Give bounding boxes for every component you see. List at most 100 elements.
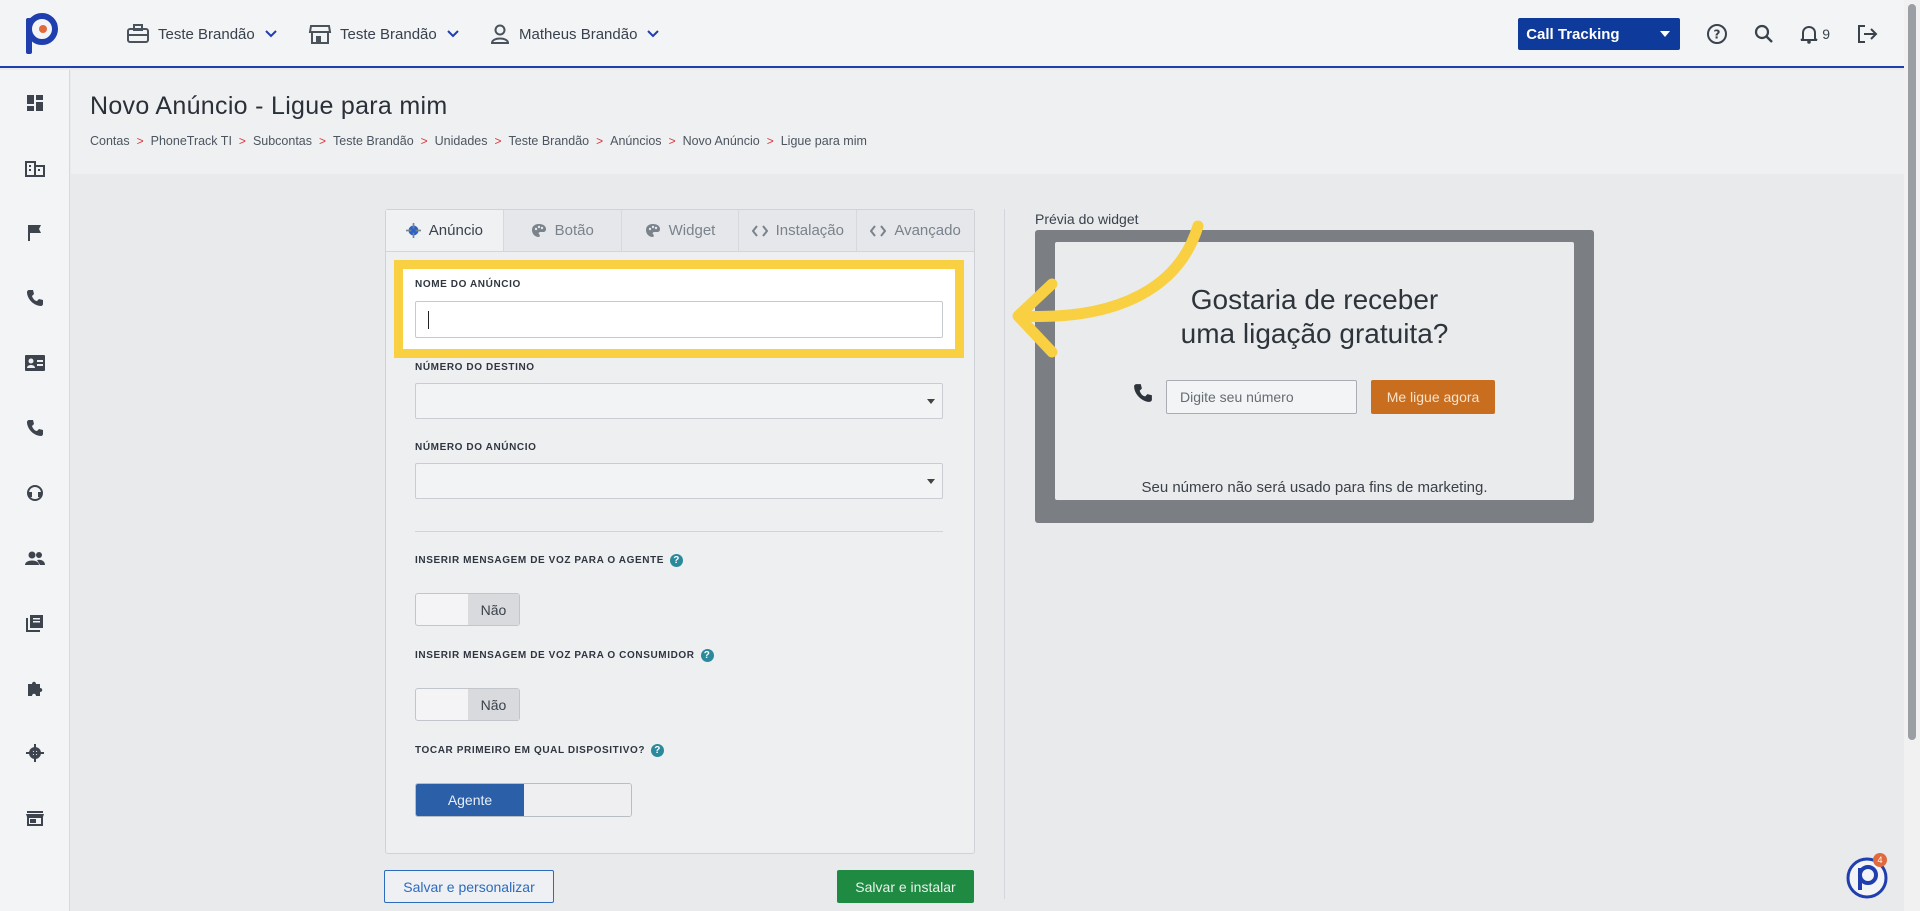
ad-name-label: NOME DO ANÚNCIO — [415, 279, 521, 290]
account-label: Teste Brandão — [158, 25, 255, 43]
sidebar-item-dashboard[interactable] — [24, 92, 46, 114]
sidebar-item-integrations[interactable] — [24, 677, 46, 699]
voice-agent-label-text: INSERIR MENSAGEM DE VOZ PARA O AGENTE — [415, 555, 665, 567]
gear-icon — [405, 223, 421, 238]
tab-anuncio[interactable]: Anúncio — [386, 210, 504, 251]
sidebar-item-calls[interactable] — [24, 287, 46, 309]
notifications-button[interactable]: 9 — [1800, 24, 1830, 44]
ad-name-input[interactable] — [415, 301, 943, 338]
save-customize-button[interactable]: Salvar e personalizar — [384, 870, 554, 903]
breadcrumb-separator: > — [766, 134, 774, 148]
help-icon[interactable]: ? — [670, 554, 684, 567]
breadcrumb-separator: > — [668, 134, 676, 148]
sidebar-item-companies[interactable] — [24, 157, 46, 179]
sidebar-item-contacts[interactable] — [24, 352, 46, 374]
users-icon — [25, 551, 45, 565]
flag-icon — [28, 225, 41, 241]
top-header: Teste Brandão Teste Brandão Matheus Bran… — [0, 0, 1904, 68]
voice-consumer-toggle[interactable]: Não — [415, 688, 520, 721]
breadcrumb-separator: > — [596, 134, 604, 148]
destination-number-label: NÚMERO DO DESTINO — [415, 362, 535, 373]
tab-label: Instalação — [775, 222, 844, 239]
caret-down-icon — [927, 399, 935, 404]
section-divider — [415, 531, 943, 532]
sidebar-item-phone-numbers[interactable] — [24, 417, 46, 439]
breadcrumb-item[interactable]: PhoneTrack TI — [151, 134, 232, 148]
tab-botao[interactable]: Botão — [503, 210, 622, 251]
voice-consumer-label-text: INSERIR MENSAGEM DE VOZ PARA O CONSUMIDO… — [415, 650, 695, 662]
breadcrumb-item[interactable]: Anúncios — [610, 134, 661, 148]
segment-other[interactable] — [524, 784, 631, 816]
logout-icon[interactable] — [1856, 23, 1878, 45]
help-icon[interactable]: ? — [1706, 23, 1728, 45]
text-cursor — [428, 311, 429, 329]
ad-number-label: NÚMERO DO ANÚNCIO — [415, 442, 537, 453]
help-icon[interactable]: ? — [651, 744, 665, 757]
store-icon — [308, 25, 332, 44]
user-name: Matheus Brandão — [519, 25, 638, 43]
breadcrumb-separator: > — [319, 134, 327, 148]
product-select[interactable]: Call Tracking — [1518, 18, 1681, 50]
sidebar-item-reports[interactable] — [24, 612, 46, 634]
segment-agente[interactable]: Agente — [416, 784, 524, 816]
tab-label: Widget — [668, 222, 716, 239]
store-label: Teste Brandão — [340, 25, 437, 43]
chevron-down-icon — [447, 30, 459, 38]
user-menu[interactable]: Matheus Brandão — [489, 20, 660, 48]
tutorial-arrow-icon — [1012, 220, 1204, 358]
sidebar-item-support[interactable] — [24, 482, 46, 504]
voice-consumer-label: INSERIR MENSAGEM DE VOZ PARA O CONSUMIDO… — [415, 649, 714, 662]
scrollbar-thumb[interactable] — [1908, 4, 1916, 740]
breadcrumb-item[interactable]: Unidades — [435, 134, 488, 148]
breadcrumb-item[interactable]: Teste Brandão — [333, 134, 414, 148]
tab-avancado[interactable]: Avançado — [857, 210, 974, 251]
breadcrumb-item[interactable]: Contas — [90, 134, 130, 148]
svg-text:?: ? — [1714, 28, 1721, 42]
first-ring-label: TOCAR PRIMEIRO EM QUAL DISPOSITIVO?? — [415, 744, 665, 757]
widget-phone-input[interactable]: Digite seu número — [1166, 380, 1357, 414]
account-switcher[interactable]: Teste Brandão — [126, 20, 277, 48]
sidebar-item-store[interactable] — [24, 807, 46, 829]
building-icon — [25, 161, 45, 177]
help-icon[interactable]: ? — [700, 649, 714, 662]
book-icon — [26, 615, 43, 632]
voice-agent-toggle[interactable]: Não — [415, 593, 520, 626]
code-icon — [751, 224, 768, 237]
search-icon[interactable] — [1754, 24, 1774, 44]
tab-label: Botão — [554, 222, 594, 239]
tab-widget[interactable]: Widget — [621, 210, 740, 251]
tab-instalacao[interactable]: Instalação — [739, 210, 858, 251]
dashboard-icon — [27, 95, 43, 111]
palette-icon — [645, 224, 660, 237]
caret-down-icon — [927, 479, 935, 484]
tab-label: Avançado — [894, 222, 961, 239]
breadcrumb: Contas > PhoneTrack TI > Subcontas > Teste … — [90, 134, 867, 148]
chevron-down-icon — [647, 30, 660, 38]
storefront-icon — [26, 811, 44, 826]
breadcrumb-item[interactable]: Novo Anúncio — [683, 134, 760, 148]
breadcrumb-separator: > — [238, 134, 246, 148]
breadcrumb-item[interactable]: Subcontas — [253, 134, 312, 148]
destination-number-select[interactable] — [415, 383, 943, 419]
tab-label: Anúncio — [428, 222, 483, 239]
toggle-knob — [416, 689, 468, 720]
breadcrumb-item[interactable]: Teste Brandão — [509, 134, 590, 148]
sidebar-item-campaigns[interactable] — [24, 222, 46, 244]
page-header: Novo Anúncio - Ligue para mim Contas > Ph… — [71, 70, 1904, 174]
contact-card-icon — [25, 355, 45, 371]
sidebar-item-users[interactable] — [24, 547, 46, 569]
bell-icon — [1800, 25, 1818, 44]
sidebar-item-settings[interactable] — [24, 742, 46, 764]
toggle-value: Não — [468, 689, 519, 720]
user-icon — [490, 24, 510, 44]
caret-down-icon — [1660, 31, 1671, 37]
breadcrumb-separator: > — [494, 134, 502, 148]
page-scrollbar[interactable] — [1904, 0, 1920, 911]
save-install-button[interactable]: Salvar e instalar — [837, 870, 974, 903]
ad-number-select[interactable] — [415, 463, 943, 499]
widget-call-me-button[interactable]: Me ligue agora — [1371, 380, 1495, 414]
phonetrack-logo[interactable] — [22, 12, 58, 56]
phone-icon — [27, 290, 43, 306]
store-switcher[interactable]: Teste Brandão — [308, 20, 459, 48]
toggle-knob — [416, 594, 468, 625]
